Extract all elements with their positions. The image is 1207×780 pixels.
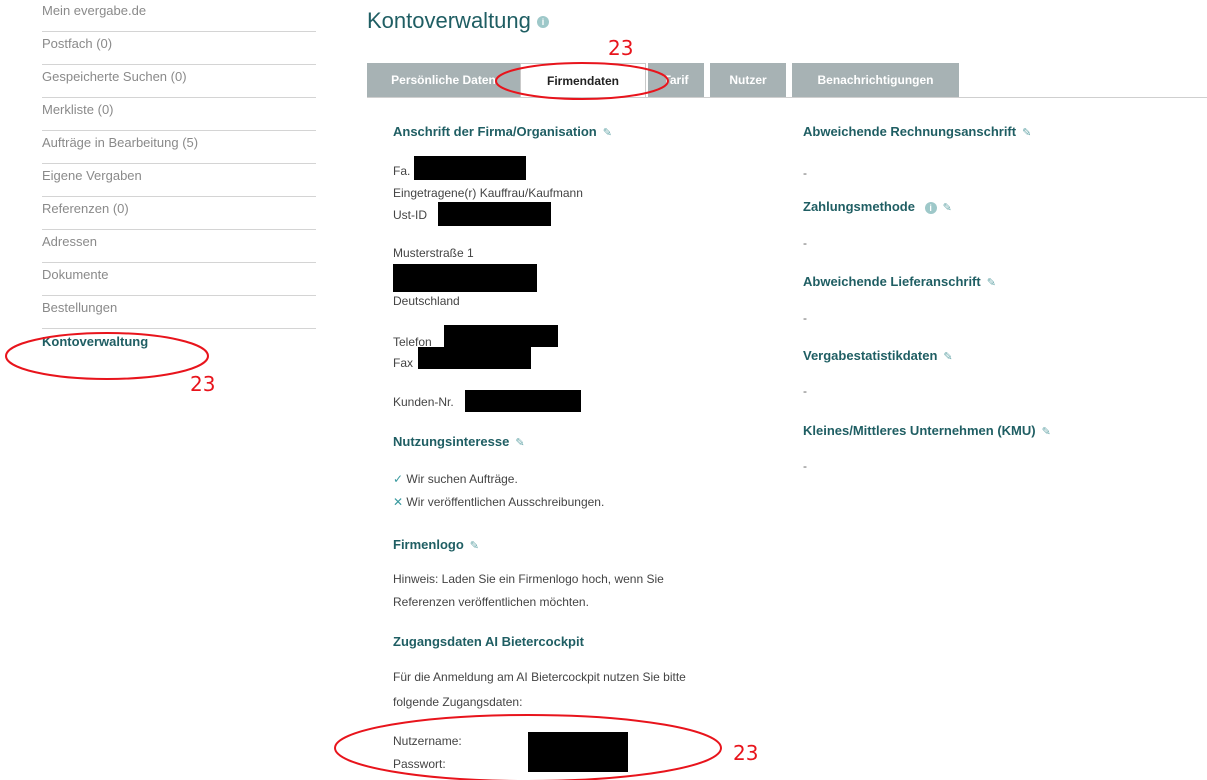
annotation-number-tab: 23 bbox=[608, 36, 634, 60]
annotation-number-credentials: 23 bbox=[733, 741, 759, 765]
annotation-overlay bbox=[5, 62, 722, 780]
annotation-number-sidebar: 23 bbox=[190, 372, 216, 396]
annotation-ellipse-tab bbox=[495, 62, 669, 100]
annotation-ellipse-credentials bbox=[334, 714, 722, 780]
annotation-ellipse-sidebar bbox=[5, 332, 209, 380]
